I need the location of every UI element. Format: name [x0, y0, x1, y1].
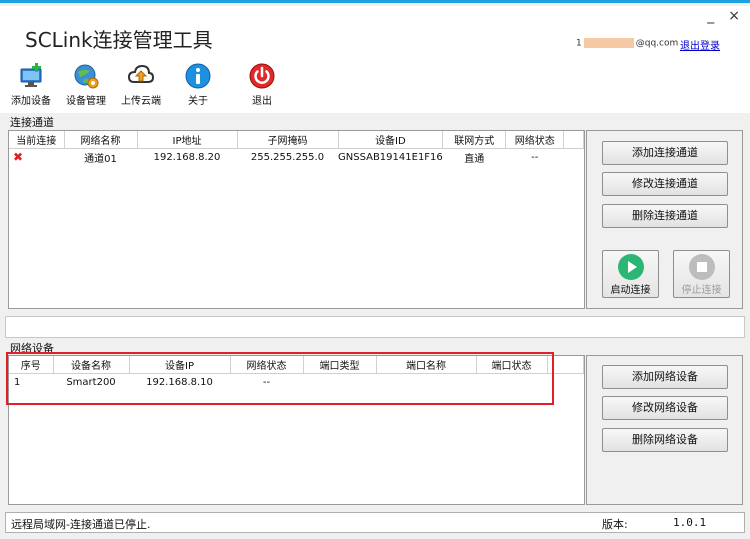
column-header[interactable]: IP地址: [137, 131, 238, 149]
info-icon: [185, 63, 211, 89]
main-window: SCLink连接管理工具 _ × 1 @qq.com 退出登录 添加设备 设备管…: [0, 0, 750, 539]
start-connection-label: 启动连接: [610, 285, 651, 296]
logout-link[interactable]: 退出登录: [680, 37, 720, 52]
stop-connection-button[interactable]: 停止连接: [673, 250, 730, 298]
column-header[interactable]: 当前连接: [9, 131, 65, 149]
start-connection-button[interactable]: 启动连接: [602, 250, 659, 298]
add-device-row-button[interactable]: 添加网络设备: [602, 365, 728, 389]
column-header[interactable]: 联网方式: [442, 131, 507, 149]
user-email-prefix: 1: [576, 38, 582, 49]
connections-section-label: 连接通道: [10, 116, 54, 129]
cell-status: --: [531, 151, 539, 163]
email-redaction: [583, 38, 634, 48]
exit-button[interactable]: 退出: [234, 62, 290, 107]
stop-connection-label: 停止连接: [681, 285, 722, 296]
add-device-label: 添加设备: [11, 96, 51, 107]
power-icon: [249, 63, 275, 89]
cell-network-name: 通道01: [84, 153, 117, 165]
delete-connection-button[interactable]: 删除连接通道: [602, 204, 728, 228]
column-header[interactable]: 网络名称: [64, 131, 138, 149]
add-connection-button[interactable]: 添加连接通道: [602, 141, 728, 165]
about-label: 关于: [188, 96, 208, 107]
window-controls: _ ×: [707, 8, 740, 24]
version-value: 1.0.1: [673, 516, 707, 529]
edit-device-button[interactable]: 修改网络设备: [602, 396, 728, 420]
add-device-icon: [20, 63, 42, 87]
column-header[interactable]: 网络状态: [505, 131, 565, 149]
connections-table: 当前连接 网络名称 IP地址 子网掩码 设备ID 联网方式 网络状态 ✖ 通道0…: [9, 131, 584, 166]
cloud-upload-label: 上传云端: [121, 96, 161, 107]
add-device-button[interactable]: 添加设备: [3, 62, 59, 107]
status-message: 远程局域网-连接通道已停止.: [11, 518, 151, 531]
close-button[interactable]: ×: [728, 8, 740, 24]
cloud-upload-icon: [127, 64, 155, 83]
column-header[interactable]: 设备ID: [338, 131, 444, 149]
connections-button-panel: 添加连接通道 修改连接通道 删除连接通道 启动连接 停止连接: [586, 130, 743, 309]
delete-device-button[interactable]: 删除网络设备: [602, 428, 728, 452]
status-bar: 远程局域网-连接通道已停止. 版本: 1.0.1: [5, 512, 745, 533]
table-row[interactable]: ✖ 通道01 192.168.8.20 255.255.255.0 GNSSAB…: [9, 148, 584, 166]
user-email: 1 @qq.com: [576, 38, 678, 49]
version-label: 版本:: [602, 518, 628, 531]
edit-connection-button[interactable]: 修改连接通道: [602, 172, 728, 196]
device-manage-label: 设备管理: [66, 96, 106, 107]
connections-header-row: 当前连接 网络名称 IP地址 子网掩码 设备ID 联网方式 网络状态: [9, 131, 584, 149]
highlight-annotation: [6, 352, 554, 405]
about-button[interactable]: 关于: [170, 62, 226, 107]
minimize-button[interactable]: _: [707, 8, 714, 24]
cell-ip: 192.168.8.20: [153, 151, 221, 163]
title-bar: SCLink连接管理工具 _ × 1 @qq.com 退出登录: [0, 6, 750, 58]
play-icon: [617, 254, 644, 280]
cell-mode: 直通: [464, 153, 485, 165]
stop-icon: [688, 254, 715, 280]
cell-device-id: GNSSAB19141E1F16: [338, 151, 443, 163]
user-email-suffix: @qq.com: [635, 38, 679, 49]
app-title: SCLink连接管理工具: [25, 28, 213, 52]
cloud-upload-button[interactable]: 上传云端: [113, 62, 169, 107]
toolbar: 添加设备 设备管理 上传云端 关于 退出: [0, 58, 750, 113]
device-manage-icon: [74, 64, 99, 89]
column-header[interactable]: 子网掩码: [237, 131, 339, 149]
cell-mask: 255.255.255.0: [250, 151, 325, 163]
info-strip: [5, 316, 745, 338]
device-manage-button[interactable]: 设备管理: [58, 62, 114, 107]
connection-status-icon: ✖: [13, 150, 24, 165]
devices-button-panel: 添加网络设备 修改网络设备 删除网络设备: [586, 355, 743, 505]
connections-table-panel: 当前连接 网络名称 IP地址 子网掩码 设备ID 联网方式 网络状态 ✖ 通道0…: [8, 130, 585, 309]
exit-label: 退出: [252, 96, 272, 107]
column-header-filler: [563, 131, 584, 149]
